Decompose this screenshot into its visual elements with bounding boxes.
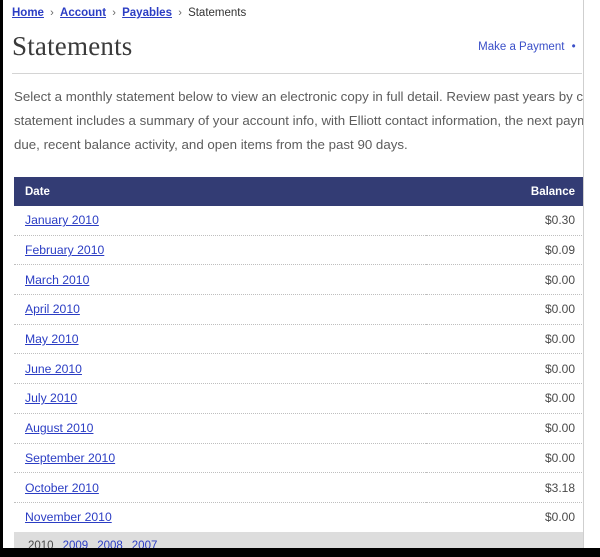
- breadcrumb-item-home[interactable]: Home: [12, 7, 44, 19]
- cell-statement-date: March 2010: [14, 264, 426, 296]
- cell-statement-date: November 2010: [14, 502, 426, 532]
- cell-statement-balance: $0.00: [425, 294, 583, 325]
- page-content-clip: Home › Account › Payables › Statements S…: [3, 0, 584, 548]
- year-link-2008[interactable]: 2008: [97, 540, 123, 548]
- cell-statement-date: May 2010: [14, 324, 426, 355]
- year-link-2007[interactable]: 2007: [132, 540, 158, 548]
- cell-statement-balance: $0.00: [425, 443, 583, 474]
- make-a-payment-link[interactable]: Make a Payment: [478, 41, 564, 53]
- table-header: Date Balance: [14, 177, 583, 206]
- cell-statement-balance: $3.18: [425, 472, 583, 503]
- table-row: July 2010 $0.00: [14, 383, 583, 414]
- table-body: January 2010 $0.30 February 2010 $0.09 March…: [14, 206, 583, 532]
- statement-link[interactable]: February 2010: [25, 243, 104, 257]
- page-content: Home › Account › Payables › Statements S…: [3, 0, 584, 548]
- statement-link[interactable]: January 2010: [25, 213, 99, 227]
- cell-statement-balance: $0.09: [425, 235, 583, 266]
- cell-statement-date: April 2010: [14, 294, 426, 325]
- column-header-date[interactable]: Date: [14, 177, 426, 206]
- header-utility-links: Make a Payment • Payments: [478, 41, 584, 53]
- table-row: January 2010 $0.30: [14, 206, 583, 236]
- table-row: April 2010 $0.00: [14, 294, 583, 325]
- breadcrumb-item-statements: Statements: [188, 7, 247, 19]
- cell-statement-date: January 2010: [14, 206, 426, 236]
- cell-statement-date: July 2010: [14, 383, 426, 414]
- cell-statement-balance: $0.00: [425, 413, 583, 444]
- statement-link[interactable]: March 2010: [25, 273, 89, 287]
- cell-statement-balance: $0.00: [425, 502, 583, 532]
- table-row: March 2010 $0.00: [14, 264, 583, 296]
- cell-statement-date: September 2010: [14, 443, 426, 474]
- column-header-balance[interactable]: Balance: [425, 177, 583, 206]
- breadcrumb-separator-icon: ›: [50, 7, 54, 19]
- statement-link[interactable]: September 2010: [25, 451, 115, 465]
- table-row: May 2010 $0.00: [14, 324, 583, 355]
- table-row: February 2010 $0.09: [14, 235, 583, 266]
- page-header: Statements Make a Payment • Payments: [3, 21, 584, 67]
- statement-link[interactable]: November 2010: [25, 510, 112, 524]
- statement-link[interactable]: July 2010: [25, 391, 77, 405]
- cell-statement-balance: $0.00: [425, 383, 583, 414]
- table-row: August 2010 $0.00: [14, 413, 583, 444]
- cell-statement-balance: $0.00: [425, 324, 583, 355]
- table-row: November 2010 $0.00: [14, 502, 583, 532]
- payments-link[interactable]: Payments: [583, 41, 584, 53]
- cell-statement-balance: $0.30: [425, 206, 583, 236]
- statement-link[interactable]: May 2010: [25, 332, 79, 346]
- browser-viewport-frame: Home › Account › Payables › Statements S…: [0, 0, 600, 557]
- table-row: June 2010 $0.00: [14, 353, 583, 385]
- breadcrumb-item-payables[interactable]: Payables: [122, 7, 172, 19]
- statement-link[interactable]: October 2010: [25, 481, 99, 495]
- cell-statement-date: August 2010: [14, 413, 426, 444]
- statements-table: Date Balance January 2010 $0.30 February 2…: [14, 177, 583, 532]
- cell-statement-balance: $0.00: [425, 264, 583, 296]
- breadcrumb-separator-icon: ›: [178, 7, 182, 19]
- breadcrumb-item-account[interactable]: Account: [60, 7, 106, 19]
- intro-paragraph: Select a monthly statement below to view…: [14, 89, 584, 152]
- statement-link[interactable]: April 2010: [25, 302, 80, 316]
- cell-statement-date: June 2010: [14, 353, 426, 385]
- cell-statement-balance: $0.00: [425, 353, 583, 385]
- statements-table-wrap: Date Balance January 2010 $0.30 February 2…: [14, 177, 583, 532]
- year-link-2009[interactable]: 2009: [63, 540, 89, 548]
- cell-statement-date: October 2010: [14, 472, 426, 503]
- cell-statement-date: February 2010: [14, 235, 426, 266]
- year-selector: 2010 2009 2008 2007: [14, 531, 583, 548]
- table-row: September 2010 $0.00: [14, 443, 583, 474]
- statement-link[interactable]: August 2010: [25, 421, 93, 435]
- table-row: October 2010 $3.18: [14, 472, 583, 503]
- year-current-2010: 2010: [28, 539, 54, 548]
- link-separator-icon: •: [571, 41, 576, 53]
- table-header-row: Date Balance: [14, 177, 583, 206]
- statement-link[interactable]: June 2010: [25, 362, 82, 376]
- breadcrumb: Home › Account › Payables › Statements: [3, 0, 583, 21]
- breadcrumb-separator-icon: ›: [112, 7, 116, 19]
